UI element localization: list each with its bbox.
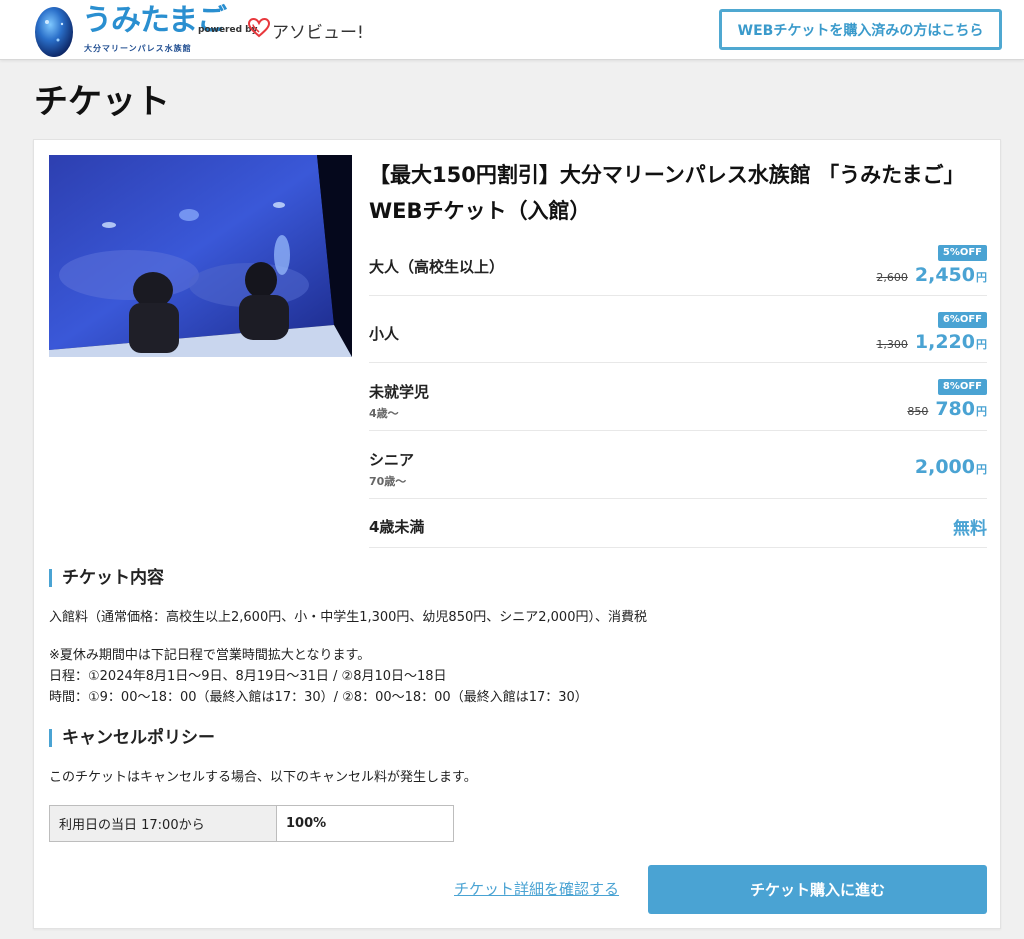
price-box: 無料 [953,514,987,539]
yen-unit: 円 [976,338,987,351]
logo-subtitle: 大分マリーンパレス水族館 [84,44,192,53]
purchased-ticket-button[interactable]: WEBチケットを購入済みの方はこちら [719,9,1002,50]
product-title: 【最大150円割引】大分マリーンパレス水族館 「うみたまご」 WEBチケット（入… [369,163,965,223]
buy-ticket-button[interactable]: チケット購入に進む [648,865,987,914]
ticket-detail-link[interactable]: チケット詳細を確認する [454,878,619,899]
discount-badge: 8%OFF [937,379,987,395]
ticket-card: 【最大150円割引】大分マリーンパレス水族館 「うみたまご」 WEBチケット（入… [33,139,1001,929]
price-label: 4歳未満 [369,518,425,536]
cancel-fee-timing: 利用日の当日 17:00から [50,806,277,841]
aquarium-photo [49,155,352,357]
price-value: 1,220 [914,331,975,353]
yen-unit: 円 [976,271,987,284]
original-price: 1,300 [876,338,908,351]
price-label: 小人 [369,325,400,343]
price-box: 1,300 1,220 円 [876,331,987,353]
asoview-logo-text: アソビュー! [272,23,364,43]
price-value: 780 [935,398,975,420]
price-label: シニア [369,451,415,469]
original-price: 850 [907,405,929,418]
discount-badge: 6%OFF [937,312,987,328]
discount-badge: 5%OFF [937,245,987,261]
ticket-contents-line: 日程：①2024年8月1日〜9日、8月19日〜31日 / ②8月10日〜18日 [49,669,447,684]
asoview-heart-icon [248,18,270,38]
price-row-preschool: 未就学児 4歳〜 8%OFF 850 780 円 [369,364,987,431]
ticket-contents-heading: チケット内容 [49,569,164,587]
price-sublabel: 4歳〜 [369,407,399,420]
price-row-under4: 4歳未満 無料 [369,500,987,548]
price-label: 大人（高校生以上） [369,258,505,276]
ticket-contents-line: 時間：①9：00〜18：00（最終入館は17：30）/ ②8：00〜18：00（… [49,690,588,705]
price-row-adult: 大人（高校生以上） 5%OFF 2,600 2,450 円 [369,238,987,296]
ticket-contents-line: 入館料（通常価格：高校生以上2,600円、小・中学生1,300円、幼児850円、… [49,610,647,625]
price-box: 2,000 円 [915,456,987,478]
ticket-contents-line: ※夏休み期間中は下記日程で営業時間拡大となります。 [49,648,371,663]
price-row-child: 小人 6%OFF 1,300 1,220 円 [369,297,987,363]
cancel-policy-text: このチケットはキャンセルする場合、以下のキャンセル料が発生します。 [49,770,477,785]
egg-logo-icon[interactable] [33,2,75,58]
yen-unit: 円 [976,463,987,476]
cancel-policy-heading: キャンセルポリシー [49,729,215,747]
price-value: 無料 [953,519,987,539]
price-value: 2,450 [914,264,975,286]
price-box: 850 780 円 [907,398,987,420]
price-sublabel: 70歳〜 [369,475,407,488]
page-title: チケット [34,82,170,122]
price-label: 未就学児 [369,383,430,401]
cancel-fee-rate: 100% [286,816,327,831]
yen-unit: 円 [976,405,987,418]
price-value: 2,000 [914,456,975,478]
price-row-senior: シニア 70歳〜 2,000 円 [369,432,987,499]
original-price: 2,600 [876,271,908,284]
cancel-fee-table: 利用日の当日 17:00から 100% [49,805,454,842]
price-box: 2,600 2,450 円 [876,264,987,286]
site-header: うみたまご 大分マリーンパレス水族館 powered by アソビュー! WEB… [0,0,1024,60]
